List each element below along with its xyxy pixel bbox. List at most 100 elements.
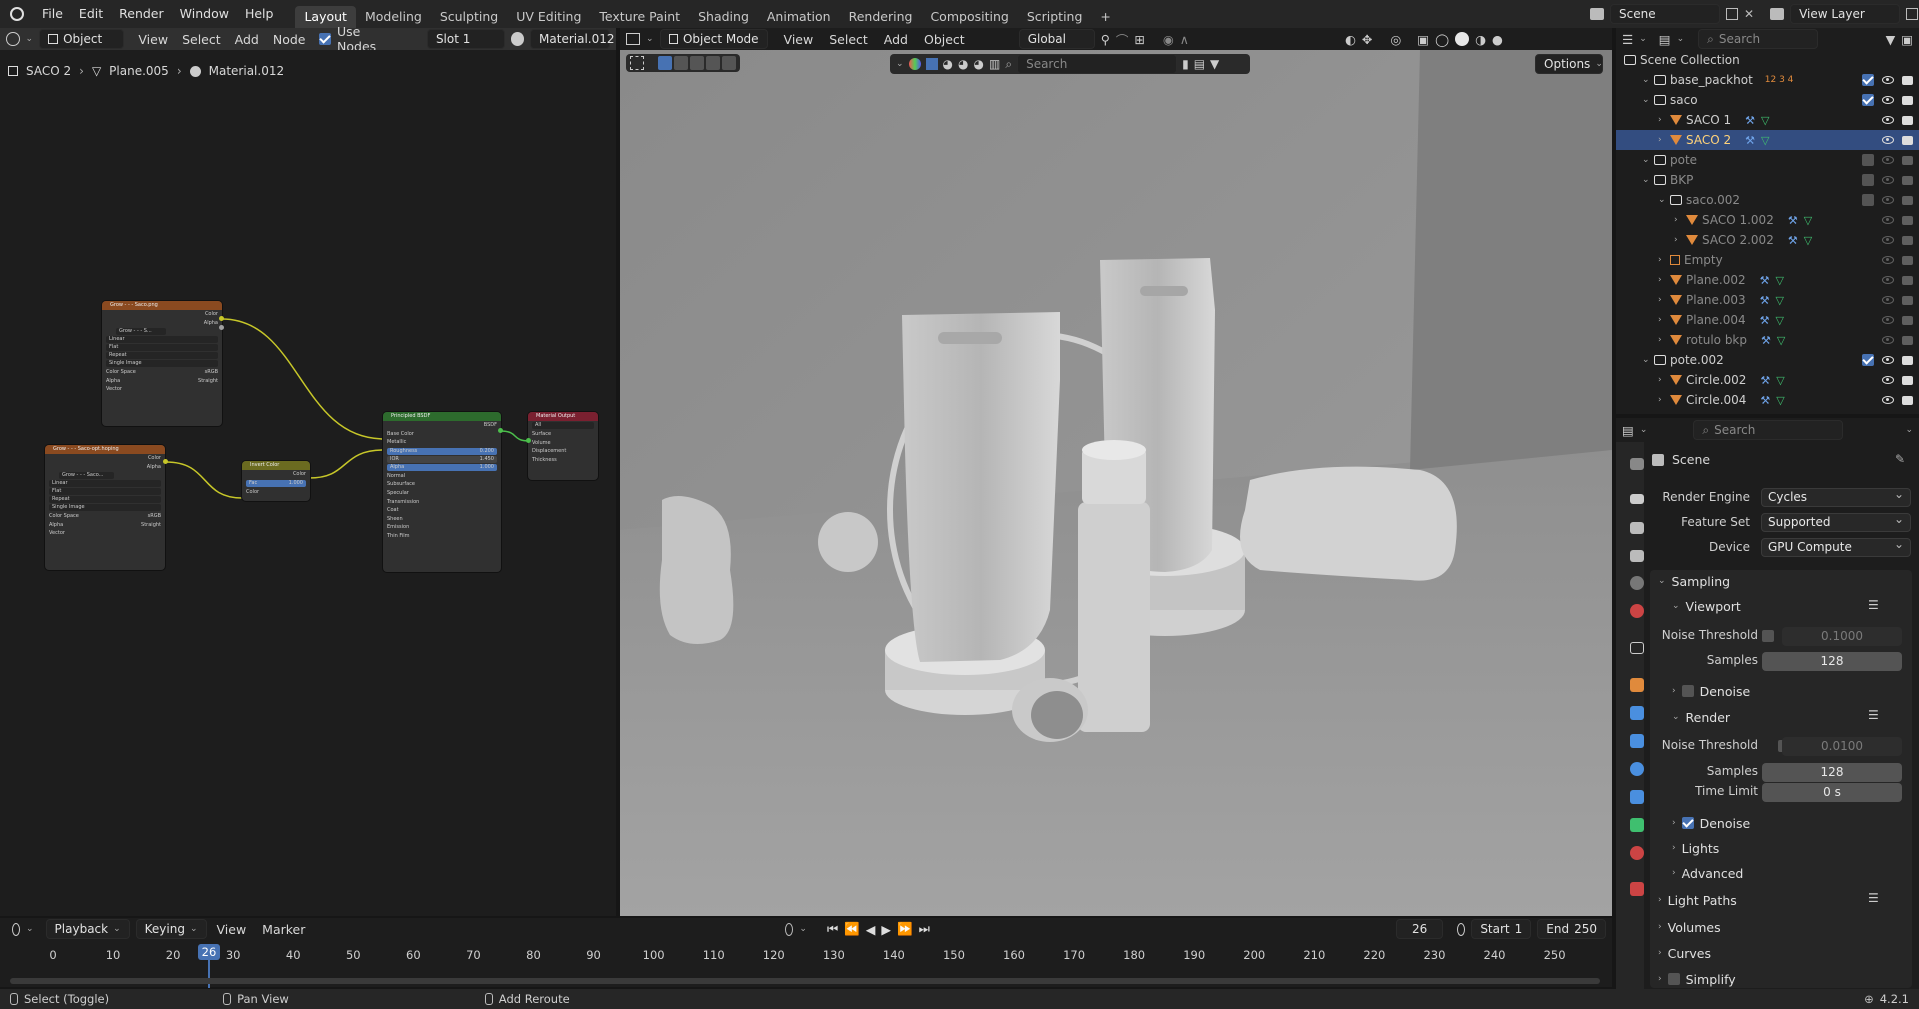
outliner-row[interactable]: › Plane.003 ⚒ ▽ bbox=[1616, 290, 1919, 310]
menu-file[interactable]: File bbox=[34, 0, 71, 28]
menu-window[interactable]: Window bbox=[172, 0, 237, 28]
visibility-eye-icon[interactable] bbox=[1882, 376, 1894, 384]
filter-d-icon[interactable]: ◕ bbox=[974, 57, 984, 71]
scene-selector[interactable]: Scene bbox=[1610, 4, 1720, 24]
fac-field[interactable]: Fac 1.000 bbox=[246, 479, 306, 487]
visibility-eye-icon[interactable] bbox=[1882, 336, 1894, 344]
outliner-row[interactable]: ⌄ BKP bbox=[1616, 170, 1919, 190]
outliner-row[interactable]: › Empty bbox=[1616, 250, 1919, 270]
physics-tab-icon[interactable] bbox=[1630, 762, 1644, 776]
render-camera-icon[interactable] bbox=[1902, 215, 1913, 225]
socket-alpha[interactable] bbox=[219, 325, 224, 330]
visibility-eye-icon[interactable] bbox=[1882, 176, 1894, 184]
properties-editor-icon[interactable]: ▤ bbox=[1622, 423, 1634, 438]
3d-viewport[interactable]: ⌄ ◕ ◕ ◕ ▥ ⌕ Search ▮ ▤ ▼ Options ⌄ bbox=[620, 50, 1612, 916]
output-tab-icon[interactable] bbox=[1630, 522, 1644, 534]
shading-rendered-icon[interactable]: ● bbox=[1492, 32, 1503, 47]
outliner-row[interactable]: › SACO 2 ⚒ ▽ bbox=[1616, 130, 1919, 150]
viewport-noise-threshold-field[interactable]: 0.1000 bbox=[1782, 627, 1902, 646]
tab-scripting[interactable]: Scripting bbox=[1018, 6, 1092, 28]
render-camera-icon[interactable] bbox=[1902, 395, 1913, 405]
new-collection-icon[interactable]: ▣ bbox=[1901, 32, 1913, 47]
chevron-right-icon[interactable]: › bbox=[1658, 295, 1670, 305]
outliner-row[interactable]: › Circle.004 ⚒ ▽ bbox=[1616, 390, 1919, 410]
alpha-mode-field[interactable]: Straight bbox=[141, 521, 161, 530]
snap-icon[interactable]: ⌒ bbox=[1116, 30, 1129, 49]
exclude-checkbox[interactable] bbox=[1862, 174, 1874, 186]
chevron-down-icon[interactable]: ⌄ bbox=[1642, 175, 1654, 185]
object-type-selector[interactable]: Object bbox=[39, 29, 125, 49]
outliner-row[interactable]: › Plane.002 ⚒ ▽ bbox=[1616, 270, 1919, 290]
render-camera-icon[interactable] bbox=[1902, 235, 1913, 245]
render-camera-icon[interactable] bbox=[1902, 255, 1913, 265]
projection-field[interactable]: Flat bbox=[49, 488, 161, 496]
menu-add[interactable]: Add bbox=[884, 32, 908, 47]
exclude-checkbox[interactable] bbox=[1862, 194, 1874, 206]
object-mode-selector[interactable]: Object Mode bbox=[659, 29, 768, 49]
chevron-down-icon[interactable]: ⌄ bbox=[1642, 75, 1654, 85]
end-frame-field[interactable]: End 250 bbox=[1537, 919, 1606, 939]
color-space-field[interactable]: sRGB bbox=[148, 512, 161, 521]
chevron-right-icon[interactable]: › bbox=[1658, 315, 1670, 325]
data-tab-icon[interactable] bbox=[1630, 818, 1644, 832]
chevron-right-icon[interactable]: › bbox=[1658, 275, 1670, 285]
chevron-down-icon[interactable]: ⌄ bbox=[1642, 95, 1654, 105]
outliner-row[interactable]: › SACO 1.002 ⚒ ▽ bbox=[1616, 210, 1919, 230]
render-tab-icon[interactable] bbox=[1630, 494, 1644, 504]
chevron-right-icon[interactable]: › bbox=[1658, 375, 1670, 385]
falloff-icon[interactable]: ∧ bbox=[1180, 32, 1189, 47]
tab-uv-editing[interactable]: UV Editing bbox=[507, 6, 590, 28]
outliner-row[interactable]: ⌄ saco bbox=[1616, 90, 1919, 110]
chevron-right-icon[interactable]: › bbox=[1674, 215, 1686, 225]
gizmo-icon[interactable]: ✥ bbox=[1362, 32, 1372, 47]
pin-icon[interactable]: ✎ bbox=[1895, 452, 1905, 466]
visibility-eye-icon[interactable] bbox=[1882, 76, 1894, 84]
scene-tab-icon[interactable] bbox=[1630, 576, 1644, 590]
visibility-icon[interactable]: ◐ bbox=[1345, 32, 1356, 47]
presets-icon[interactable]: ☰ bbox=[1868, 891, 1879, 905]
render-camera-icon[interactable] bbox=[1902, 195, 1913, 205]
render-subpanel-header[interactable]: ⌄ Render bbox=[1672, 706, 1730, 728]
color-space-field[interactable]: sRGB bbox=[205, 368, 218, 377]
options-button[interactable]: Options ⌄ bbox=[1535, 54, 1603, 74]
menu-node-select[interactable]: Select bbox=[182, 32, 221, 47]
render-camera-icon[interactable] bbox=[1902, 75, 1913, 85]
visibility-eye-icon[interactable] bbox=[1882, 116, 1894, 124]
filter-b-icon[interactable]: ◕ bbox=[943, 57, 953, 71]
simplify-checkbox[interactable] bbox=[1667, 973, 1680, 985]
image-texture-node-2[interactable]: Grow - - - Saco-opt.hoping Color Alpha G… bbox=[45, 445, 165, 570]
chevron-right-icon[interactable]: › bbox=[1658, 115, 1670, 125]
display-mode-icon[interactable]: ▤ bbox=[1659, 32, 1671, 47]
extension-field[interactable]: Repeat bbox=[49, 496, 161, 504]
tab-compositing[interactable]: Compositing bbox=[921, 6, 1017, 28]
principled-bsdf-node[interactable]: Principled BSDF BSDF Base Color Metallic… bbox=[383, 412, 501, 572]
shading-material-icon[interactable]: ◑ bbox=[1475, 32, 1486, 47]
use-nodes-checkbox[interactable] bbox=[319, 33, 332, 45]
particles-tab-icon[interactable] bbox=[1630, 734, 1644, 748]
render-samples-field[interactable]: 128 bbox=[1762, 763, 1902, 782]
jump-key-back-icon[interactable]: ⏪ bbox=[844, 921, 860, 937]
blender-logo-icon[interactable] bbox=[10, 7, 24, 21]
outliner-search-input[interactable]: ⌕ Search bbox=[1698, 29, 1819, 49]
menu-object[interactable]: Object bbox=[924, 32, 965, 47]
timeline-view-menu[interactable]: View bbox=[217, 922, 247, 937]
simplify-header[interactable]: › Simplify bbox=[1658, 968, 1736, 990]
material-selector[interactable]: Material.012 bbox=[530, 29, 615, 49]
chevron-down-icon[interactable]: ⌄ bbox=[1642, 355, 1654, 365]
funnel-icon[interactable]: ▼ bbox=[1210, 57, 1219, 71]
visibility-eye-icon[interactable] bbox=[1882, 96, 1894, 104]
tab-sculpting[interactable]: Sculpting bbox=[431, 6, 507, 28]
render-camera-icon[interactable] bbox=[1902, 295, 1913, 305]
sampling-header[interactable]: ⌄ Sampling bbox=[1658, 570, 1730, 592]
delete-scene-icon[interactable]: ✕ bbox=[1744, 7, 1754, 21]
world-tab-icon[interactable] bbox=[1630, 604, 1644, 618]
image-texture-node[interactable]: Grow - - - Saco.png Color Alpha Grow - -… bbox=[102, 301, 222, 426]
ior-field[interactable]: IOR 1.450 bbox=[387, 455, 497, 463]
current-frame-field[interactable]: 26 bbox=[1395, 919, 1444, 939]
curves-header[interactable]: › Curves bbox=[1658, 942, 1711, 964]
menu-node-view[interactable]: View bbox=[138, 32, 168, 47]
chevron-down-icon[interactable]: ⌄ bbox=[1658, 195, 1670, 205]
shading-wireframe-icon[interactable]: ◯ bbox=[1435, 32, 1449, 47]
new-view-layer-icon[interactable] bbox=[1906, 8, 1919, 20]
menu-view[interactable]: View bbox=[784, 32, 814, 47]
